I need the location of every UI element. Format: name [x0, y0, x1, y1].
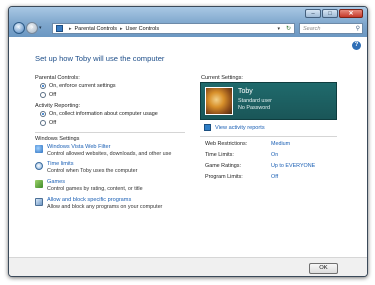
breadcrumb-parental-controls[interactable]: Parental Controls — [75, 26, 118, 32]
breadcrumb-user-controls[interactable]: User Controls — [126, 26, 160, 32]
user-summary-panel: Toby Standard user No Password — [200, 82, 337, 120]
ok-button[interactable]: OK — [309, 263, 338, 274]
breadcrumb-separator-icon[interactable]: ▸ — [69, 26, 72, 32]
current-setting-row: Time Limits: On — [205, 152, 335, 158]
current-settings-divider — [200, 136, 337, 137]
title-bar: – □ ✕ ‹ › ▾ ▸ Parental Controls ▸ User C… — [9, 7, 367, 37]
programs-link[interactable]: Allow and block specific programs — [47, 197, 162, 203]
section-divider — [35, 132, 185, 133]
programs-icon — [35, 198, 43, 206]
setting-web-filter: Windows Vista Web Filter Control allowed… — [35, 144, 171, 157]
refresh-icon[interactable]: ↻ — [286, 25, 291, 32]
games-link[interactable]: Games — [47, 179, 143, 185]
globe-icon — [35, 145, 43, 153]
option-label: On, enforce current settings — [49, 83, 116, 89]
address-dropdown-icon[interactable]: ▾ — [277, 26, 280, 32]
option-label: On, collect information about computer u… — [49, 111, 158, 117]
parental-controls-on-option[interactable]: On, enforce current settings — [40, 83, 116, 89]
time-limits-description: Control when Toby uses the computer — [47, 168, 138, 174]
minimize-button[interactable]: – — [305, 9, 321, 18]
setting-key: Game Ratings: — [205, 163, 241, 169]
option-label: Off — [49, 92, 57, 98]
avatar — [205, 87, 233, 115]
setting-key: Time Limits: — [205, 152, 234, 158]
window-caption-buttons: – □ ✕ — [304, 9, 363, 18]
setting-key: Program Limits: — [205, 174, 243, 180]
control-panel-icon — [56, 25, 63, 32]
footer-bar: OK — [9, 257, 367, 276]
view-activity-reports[interactable]: View activity reports — [204, 124, 265, 131]
user-password-status: No Password — [238, 105, 271, 111]
setting-games: Games Control games by rating, content, … — [35, 179, 143, 192]
activity-reporting-on-option[interactable]: On, collect information about computer u… — [40, 111, 158, 117]
game-ratings-value-link[interactable]: Up to EVERYONE — [271, 163, 315, 169]
windows-settings-label: Windows Settings — [35, 136, 80, 142]
activity-reporting-label: Activity Reporting: — [35, 103, 81, 109]
back-button[interactable]: ‹ — [13, 22, 25, 34]
radio-button-selected[interactable] — [40, 83, 46, 89]
time-limits-link[interactable]: Time limits — [47, 161, 137, 167]
current-setting-row: Game Ratings: Up to EVERYONE — [205, 163, 335, 169]
recent-pages-dropdown-icon[interactable]: ▾ — [39, 25, 42, 31]
web-filter-description: Control allowed websites, downloads, and… — [47, 151, 172, 157]
option-label: Off — [49, 120, 57, 126]
navigation-buttons: ‹ › ▾ — [13, 22, 42, 34]
user-name: Toby — [238, 88, 253, 95]
games-description: Control games by rating, content, or tit… — [47, 186, 143, 192]
search-placeholder: Search — [303, 26, 321, 32]
web-filter-link[interactable]: Windows Vista Web Filter — [47, 144, 171, 150]
activity-reporting-off-option[interactable]: Off — [40, 120, 56, 126]
setting-programs: Allow and block specific programs Allow … — [35, 197, 162, 210]
view-activity-reports-link[interactable]: View activity reports — [215, 125, 265, 131]
page-title: Set up how Toby will use the computer — [35, 54, 165, 63]
setting-key: Web Restrictions: — [205, 141, 248, 147]
program-limits-value-link[interactable]: Off — [271, 174, 278, 180]
radio-button-selected[interactable] — [40, 111, 46, 117]
current-settings-label: Current Settings: — [201, 75, 243, 81]
breadcrumb-separator-icon[interactable]: ▸ — [120, 26, 123, 32]
web-restrictions-value-link[interactable]: Medium — [271, 141, 290, 147]
games-icon — [35, 180, 43, 188]
maximize-button[interactable]: □ — [322, 9, 338, 18]
close-button[interactable]: ✕ — [339, 9, 363, 18]
current-setting-row: Program Limits: Off — [205, 174, 335, 180]
setting-time-limits: Time limits Control when Toby uses the c… — [35, 161, 137, 174]
search-icon[interactable]: ⚲ — [356, 25, 360, 32]
user-controls-window: – □ ✕ ‹ › ▾ ▸ Parental Controls ▸ User C… — [8, 6, 368, 277]
radio-button[interactable] — [40, 120, 46, 126]
programs-description: Allow and block any programs on your com… — [47, 204, 163, 210]
parental-controls-off-option[interactable]: Off — [40, 92, 56, 98]
parental-controls-label: Parental Controls: — [35, 75, 80, 81]
report-icon — [204, 124, 211, 131]
user-account-type: Standard user — [238, 98, 272, 104]
search-input[interactable]: Search ⚲ — [299, 23, 363, 34]
address-bar[interactable]: ▸ Parental Controls ▸ User Controls ▾ ↻ — [52, 23, 295, 34]
time-limits-value-link[interactable]: On — [271, 152, 278, 158]
forward-button[interactable]: › — [26, 22, 38, 34]
clock-icon — [35, 162, 43, 170]
help-icon[interactable]: ? — [352, 41, 361, 50]
radio-button[interactable] — [40, 92, 46, 98]
current-setting-row: Web Restrictions: Medium — [205, 141, 335, 147]
